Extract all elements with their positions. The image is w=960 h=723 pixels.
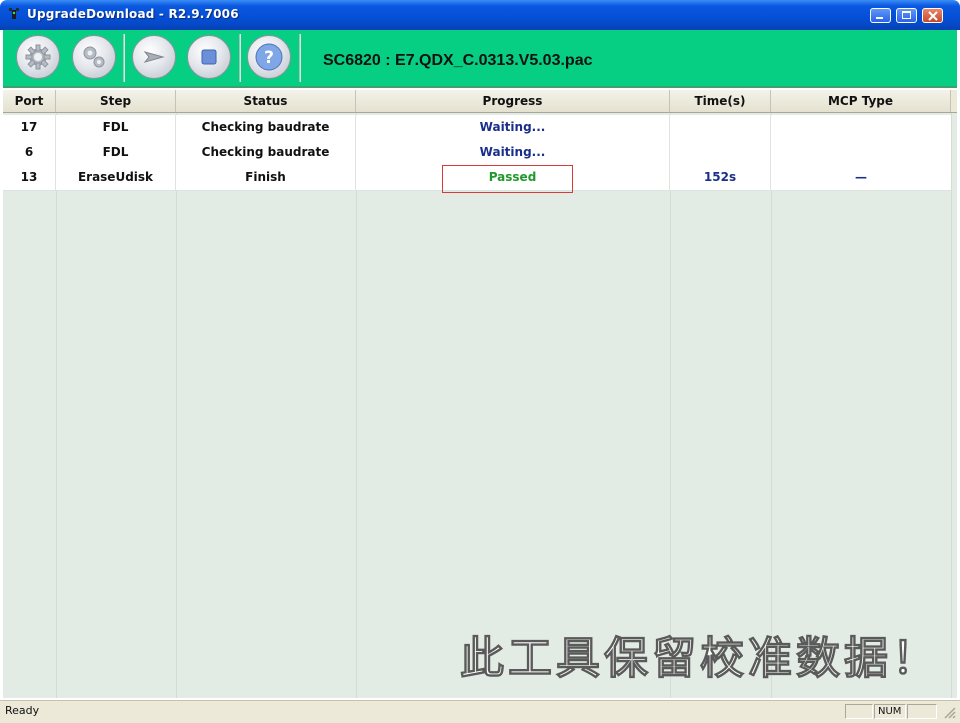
close-icon: [928, 11, 938, 21]
port-cell: 17: [3, 115, 56, 140]
minimize-icon: [876, 17, 883, 19]
toolbar: ? SC6820 : E7.QDX_C.0313.V5.03.pac: [3, 30, 957, 88]
port-cell: 6: [3, 140, 56, 165]
grid-line: [670, 113, 671, 698]
step-cell: FDL: [56, 115, 176, 140]
watermark-text: 此工具保留校准数据！: [460, 633, 940, 685]
grid-line: [951, 113, 952, 698]
status-cell: Finish: [176, 165, 356, 190]
progress-cell: Waiting...: [356, 115, 670, 140]
num-lock-indicator: NUM: [874, 704, 906, 719]
close-button[interactable]: [922, 8, 943, 23]
resize-grip-icon[interactable]: [942, 705, 956, 719]
status-bar: Ready NUM: [0, 700, 960, 723]
port-status-table: Port Step Status Progress Time(s) MCP Ty…: [3, 90, 957, 698]
grid-line: [356, 113, 357, 698]
column-header-status[interactable]: Status: [176, 90, 356, 112]
step-cell: EraseUdisk: [56, 165, 176, 190]
port-cell: 13: [3, 165, 56, 190]
toolbar-separator: [299, 34, 301, 82]
column-header-progress[interactable]: Progress: [356, 90, 670, 112]
mcp-type-cell: [771, 140, 951, 165]
status-panel: [845, 704, 873, 719]
column-header-port[interactable]: Port: [3, 90, 56, 112]
status-cell: Checking baudrate: [176, 115, 356, 140]
grid-line: [56, 113, 57, 698]
gears-icon: [83, 46, 105, 68]
stop-button[interactable]: [187, 35, 231, 79]
mcp-type-cell: —: [855, 170, 867, 184]
play-arrow-icon: [143, 51, 165, 63]
gear-icon: [25, 44, 51, 70]
passed-highlight-box: [442, 165, 573, 193]
table-row[interactable]: 17 FDL Checking baudrate Waiting...: [3, 115, 951, 141]
grid-line: [176, 113, 177, 698]
step-cell: FDL: [56, 140, 176, 165]
toolbar-separator: [123, 34, 125, 82]
help-button[interactable]: ?: [247, 35, 291, 79]
toolbar-separator: [239, 34, 241, 82]
help-question-icon: ?: [255, 43, 283, 71]
advanced-settings-button[interactable]: [72, 35, 116, 79]
column-header-step[interactable]: Step: [56, 90, 176, 112]
column-header-time[interactable]: Time(s): [670, 90, 771, 112]
time-cell: [670, 115, 771, 140]
table-row[interactable]: 6 FDL Checking baudrate Waiting...: [3, 140, 951, 166]
time-cell: 152s: [670, 165, 771, 190]
window-title: UpgradeDownload - R2.9.7006: [27, 7, 239, 21]
status-panel: [907, 704, 937, 719]
settings-button[interactable]: [16, 35, 60, 79]
column-header-mcp-type[interactable]: MCP Type: [771, 90, 951, 112]
status-text: Ready: [5, 704, 40, 717]
progress-cell: Waiting...: [356, 140, 670, 165]
svg-text:?: ?: [264, 48, 274, 68]
stop-square-icon: [201, 49, 217, 65]
status-cell: Checking baudrate: [176, 140, 356, 165]
grid-line: [771, 113, 772, 698]
title-bar: UpgradeDownload - R2.9.7006: [0, 0, 960, 30]
time-cell: [670, 140, 771, 165]
start-button[interactable]: [132, 35, 176, 79]
maximize-icon: [902, 11, 911, 19]
mcp-type-cell: [771, 115, 951, 140]
app-logo-icon: [9, 8, 19, 19]
minimize-button[interactable]: [870, 8, 891, 23]
pac-file-name: SC6820 : E7.QDX_C.0313.V5.03.pac: [323, 52, 593, 69]
table-header: Port Step Status Progress Time(s) MCP Ty…: [3, 90, 957, 113]
maximize-button[interactable]: [896, 8, 917, 23]
